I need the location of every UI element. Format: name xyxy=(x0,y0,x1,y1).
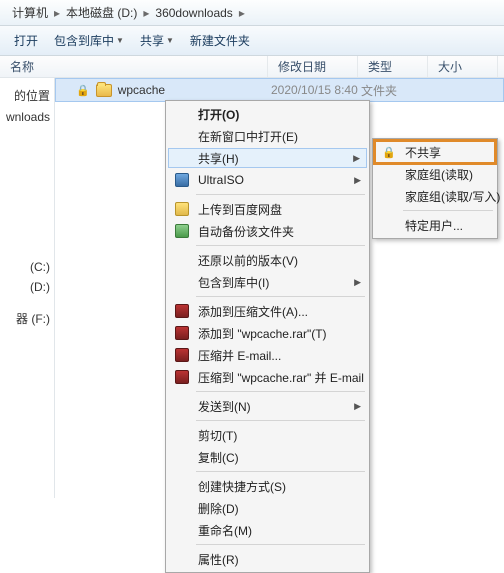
separator xyxy=(196,420,365,421)
menu-add-rar[interactable]: 添加到 "wpcache.rar"(T) xyxy=(168,322,367,344)
archive-icon xyxy=(174,325,190,341)
menu-include-library[interactable]: 包含到库中(I)▶ xyxy=(168,271,367,293)
submenu-homegroup-rw[interactable]: 家庭组(读取/写入) xyxy=(375,185,495,207)
separator xyxy=(196,194,365,195)
separator xyxy=(403,210,493,211)
nav-item[interactable]: (D:) xyxy=(0,277,54,297)
col-date[interactable]: 修改日期 xyxy=(268,56,358,77)
backup-icon xyxy=(174,223,190,239)
nav-item[interactable]: wnloads xyxy=(0,107,54,127)
column-headers: 名称 修改日期 类型 大小 xyxy=(0,56,504,78)
archive-icon xyxy=(174,369,190,385)
menu-properties[interactable]: 属性(R) xyxy=(168,548,367,570)
new-folder-button[interactable]: 新建文件夹 xyxy=(184,30,256,51)
menu-open[interactable]: 打开(O) xyxy=(168,103,367,125)
folder-icon xyxy=(96,84,112,97)
menu-copy[interactable]: 复制(C) xyxy=(168,446,367,468)
menu-ultraiso[interactable]: UltraISO▶ xyxy=(168,169,367,191)
context-menu: 打开(O) 在新窗口中打开(E) 共享(H)▶ UltraISO▶ 上传到百度网… xyxy=(165,100,370,573)
separator xyxy=(196,245,365,246)
submenu-specific-user[interactable]: 特定用户... xyxy=(375,214,495,236)
chevron-right-icon: ▶ xyxy=(354,401,361,412)
menu-open-new-window[interactable]: 在新窗口中打开(E) xyxy=(168,125,367,147)
archive-icon xyxy=(174,303,190,319)
chevron-right-icon: ▸ xyxy=(141,6,151,20)
menu-delete[interactable]: 删除(D) xyxy=(168,497,367,519)
nav-item[interactable]: (C:) xyxy=(0,257,54,277)
separator xyxy=(196,296,365,297)
chevron-right-icon: ▸ xyxy=(237,6,247,20)
col-size[interactable]: 大小 xyxy=(428,56,498,77)
chevron-down-icon: ▼ xyxy=(116,36,124,45)
menu-zip-email[interactable]: 压缩并 E-mail... xyxy=(168,344,367,366)
toolbar: 打开 包含到库中▼ 共享▼ 新建文件夹 xyxy=(0,26,504,56)
crumb-folder[interactable]: 360downloads xyxy=(151,6,236,20)
col-type[interactable]: 类型 xyxy=(358,56,428,77)
menu-add-archive[interactable]: 添加到压缩文件(A)... xyxy=(168,300,367,322)
lock-icon: 🔒 xyxy=(381,144,397,160)
menu-restore-prev[interactable]: 还原以前的版本(V) xyxy=(168,249,367,271)
menu-rename[interactable]: 重命名(M) xyxy=(168,519,367,541)
menu-create-shortcut[interactable]: 创建快捷方式(S) xyxy=(168,475,367,497)
menu-send-to[interactable]: 发送到(N)▶ xyxy=(168,395,367,417)
crumb-computer[interactable]: 计算机 xyxy=(8,4,52,21)
chevron-right-icon: ▸ xyxy=(52,6,62,20)
ultraiso-icon xyxy=(174,172,190,188)
menu-upload-baidu[interactable]: 上传到百度网盘 xyxy=(168,198,367,220)
chevron-down-icon: ▼ xyxy=(166,36,174,45)
file-date: 2020/10/15 8:40 xyxy=(271,83,358,97)
file-type: 文件夹 xyxy=(361,82,397,99)
breadcrumb[interactable]: 计算机 ▸ 本地磁盘 (D:) ▸ 360downloads ▸ xyxy=(0,0,504,26)
separator xyxy=(196,391,365,392)
cloud-icon xyxy=(174,201,190,217)
include-in-library-button[interactable]: 包含到库中▼ xyxy=(48,30,130,51)
archive-icon xyxy=(174,347,190,363)
chevron-right-icon: ▶ xyxy=(353,153,360,164)
open-button[interactable]: 打开 xyxy=(8,30,44,51)
submenu-no-share[interactable]: 🔒不共享 xyxy=(375,141,495,163)
chevron-right-icon: ▶ xyxy=(354,277,361,288)
menu-auto-backup[interactable]: 自动备份该文件夹 xyxy=(168,220,367,242)
col-name[interactable]: 名称 xyxy=(0,56,268,77)
share-button[interactable]: 共享▼ xyxy=(134,30,180,51)
menu-cut[interactable]: 剪切(T) xyxy=(168,424,367,446)
file-row-selected[interactable]: 🔒 wpcache 2020/10/15 8:40 文件夹 xyxy=(55,78,504,102)
share-submenu: 🔒不共享 家庭组(读取) 家庭组(读取/写入) 特定用户... xyxy=(372,138,498,239)
file-name: wpcache xyxy=(118,83,165,97)
crumb-drive-d[interactable]: 本地磁盘 (D:) xyxy=(62,4,141,21)
menu-zip-email-named[interactable]: 压缩到 "wpcache.rar" 并 E-mail xyxy=(168,366,367,388)
separator xyxy=(196,544,365,545)
lock-icon: 🔒 xyxy=(76,84,90,97)
separator xyxy=(196,471,365,472)
chevron-right-icon: ▶ xyxy=(354,175,361,186)
submenu-homegroup-read[interactable]: 家庭组(读取) xyxy=(375,163,495,185)
nav-item[interactable]: 的位置 xyxy=(0,84,54,107)
menu-share[interactable]: 共享(H)▶ xyxy=(168,148,367,168)
nav-item[interactable]: 器 (F:) xyxy=(0,307,54,330)
nav-tree[interactable]: 的位置 wnloads (C:) (D:) 器 (F:) xyxy=(0,78,55,498)
